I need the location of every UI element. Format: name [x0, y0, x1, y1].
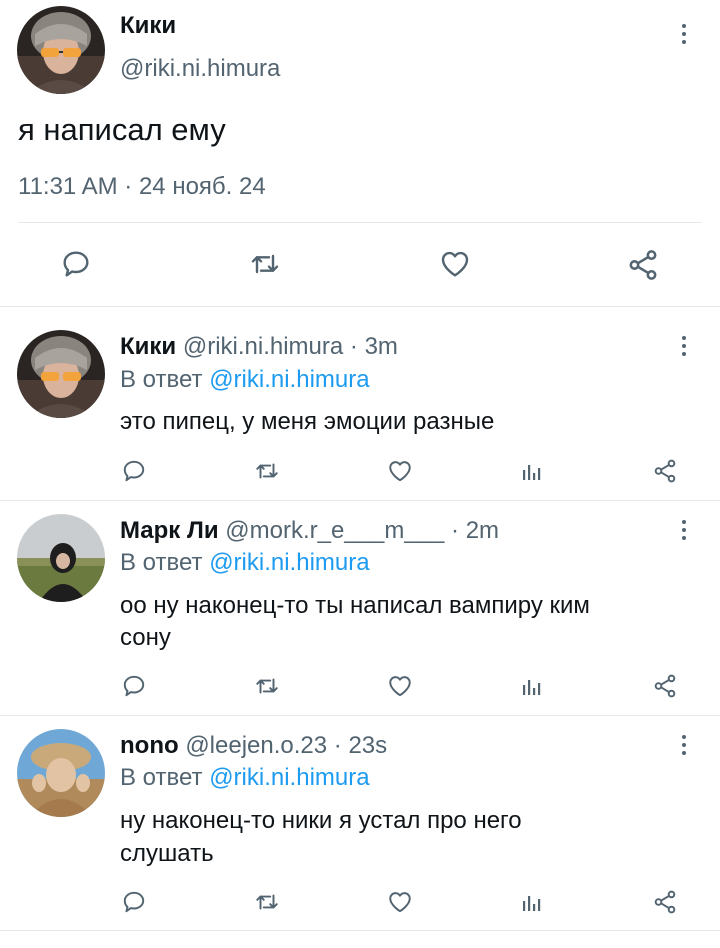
avatar[interactable]: [17, 729, 105, 817]
author-name[interactable]: Марк Ли: [120, 517, 219, 544]
reply-header: Марк Ли @mork.r_e___m___ · 2m: [120, 517, 499, 545]
author-handle[interactable]: @riki.ni.himura: [120, 55, 280, 83]
share-icon[interactable]: [626, 248, 660, 282]
tweet-text: я написал ему: [18, 112, 226, 147]
views-icon[interactable]: [520, 673, 544, 699]
author-meta[interactable]: @riki.ni.himura · 3m: [183, 333, 398, 360]
reply-context: В ответ @riki.ni.himura: [120, 366, 370, 394]
reply-icon[interactable]: [121, 889, 147, 915]
like-icon[interactable]: [386, 673, 414, 699]
avatar[interactable]: [17, 330, 105, 418]
reply-header: nono @leejen.o.23 · 23s: [120, 732, 387, 760]
author-meta[interactable]: @leejen.o.23 · 23s: [185, 732, 387, 759]
author-meta[interactable]: @mork.r_e___m___ · 2m: [225, 517, 499, 544]
author-name[interactable]: nono: [120, 732, 179, 759]
share-icon[interactable]: [652, 673, 678, 699]
reply-divider: [0, 930, 720, 931]
reply-divider: [0, 715, 720, 716]
reply-icon[interactable]: [121, 673, 147, 699]
reply-divider: [0, 500, 720, 501]
retweet-icon[interactable]: [253, 673, 281, 699]
like-icon[interactable]: [438, 248, 472, 280]
reply-context: В ответ @riki.ni.himura: [120, 764, 370, 792]
retweet-icon[interactable]: [248, 248, 282, 280]
like-icon[interactable]: [386, 889, 414, 915]
retweet-icon[interactable]: [253, 458, 281, 484]
reply-text-line: сону: [120, 624, 171, 651]
views-icon[interactable]: [520, 889, 544, 915]
reply-icon[interactable]: [60, 248, 92, 280]
divider: [18, 222, 702, 223]
share-icon[interactable]: [652, 458, 678, 484]
reply-to-link[interactable]: @riki.ni.himura: [209, 764, 369, 791]
more-options-button[interactable]: [672, 332, 696, 360]
reply-text-line: оо ну наконец-то ты написал вампиру ким: [120, 592, 590, 619]
reply-icon[interactable]: [121, 458, 147, 484]
reply-to-link[interactable]: @riki.ni.himura: [209, 549, 369, 576]
more-options-button[interactable]: [672, 516, 696, 544]
reply-header: Кики @riki.ni.himura · 3m: [120, 333, 398, 361]
reply-text-line: это пипец, у меня эмоции разные: [120, 408, 495, 435]
more-options-button[interactable]: [672, 20, 696, 48]
reply-prefix: В ответ: [120, 549, 203, 576]
share-icon[interactable]: [652, 889, 678, 915]
tweet-timestamp: 11:31 AM · 24 нояб. 24: [18, 173, 266, 200]
avatar[interactable]: [17, 514, 105, 602]
reply-prefix: В ответ: [120, 366, 203, 393]
author-name[interactable]: Кики: [120, 12, 176, 40]
reply-context: В ответ @riki.ni.himura: [120, 549, 370, 577]
retweet-icon[interactable]: [253, 889, 281, 915]
reply-prefix: В ответ: [120, 764, 203, 791]
author-name[interactable]: Кики: [120, 333, 176, 360]
reply-to-link[interactable]: @riki.ni.himura: [209, 366, 369, 393]
like-icon[interactable]: [386, 458, 414, 484]
section-divider: [0, 306, 720, 307]
reply-text-line: слушать: [120, 840, 214, 867]
more-options-button[interactable]: [672, 731, 696, 759]
avatar[interactable]: [17, 6, 105, 94]
reply-text-line: ну наконец-то ники я устал про него: [120, 807, 522, 834]
views-icon[interactable]: [520, 458, 544, 484]
